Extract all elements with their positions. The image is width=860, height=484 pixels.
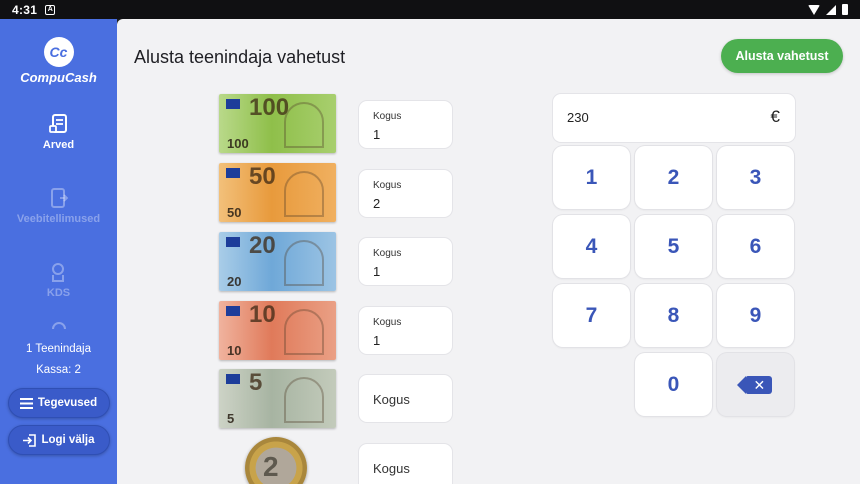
banknote-20: 20 20 [219,232,336,291]
sidebar-item-label: Arved [42,139,75,151]
banknote-value-small: 5 [227,411,235,426]
banknote-value-small: 10 [227,343,242,358]
keypad-key-9[interactable]: 9 [717,284,794,347]
battery-icon [842,4,848,15]
banknote-value: 20 [249,232,276,259]
currency-symbol: € [770,107,780,126]
keypad-key-3[interactable]: 3 [717,146,794,209]
quantity-value: 1 [373,127,381,142]
quantity-field-20[interactable]: Kogus 1 [359,238,452,285]
logo-mark: Cc [43,37,74,67]
sidebar-item-kds[interactable]: KDS [47,261,70,299]
logout-button-label: Logi välja [41,434,95,446]
quantity-field-50[interactable]: Kogus 2 [359,170,452,217]
notification-icon: A [45,4,56,15]
keypad-key-5[interactable]: 5 [635,215,712,278]
quantity-label: Kogus [373,180,402,191]
start-shift-button[interactable]: Alusta vahetust [721,39,843,73]
quantity-field-100[interactable]: Kogus 1 [359,101,452,148]
quantity-value: 1 [373,264,381,279]
quantity-field-2[interactable]: Kogus [359,444,452,484]
quantity-placeholder: Kogus [373,461,410,476]
web-order-icon [50,188,68,208]
eu-flag-icon [226,374,240,384]
register-info: Kassa: 2 [36,364,81,376]
banknote-value-small: 20 [227,274,242,289]
sidebar-item-label: Veebitellimused [16,213,101,225]
app-logo: Cc CompuCash [20,37,97,85]
logout-icon [23,433,37,447]
arch-graphic [284,102,324,148]
arch-graphic [284,240,324,286]
banknote-value: 10 [249,301,276,328]
wifi-icon [808,4,820,15]
quantity-field-5[interactable]: Kogus [359,375,452,422]
quantity-label: Kogus [373,248,402,259]
status-time: 4:31 [12,2,38,17]
keypad-key-2[interactable]: 2 [635,146,712,209]
banknote-50: 50 50 [219,163,336,222]
actions-button-label: Tegevused [37,397,98,409]
amount-value: 230 [567,110,589,125]
quantity-value: 1 [373,333,381,348]
sidebar-item-arved[interactable]: Arved [43,113,74,151]
sidebar-more-icon [48,321,70,329]
keypad-key-4[interactable]: 4 [553,215,630,278]
banknote-100: 100 100 [219,94,336,153]
eu-flag-icon [226,306,240,316]
keypad-key-8[interactable]: 8 [635,284,712,347]
signal-icon [826,4,836,15]
user-info: 1 Teenindaja [25,343,91,355]
backspace-icon: ✕ [736,375,772,394]
keypad-key-0[interactable]: 0 [635,353,712,416]
eu-flag-icon [226,168,240,178]
keypad-key-7[interactable]: 7 [553,284,630,347]
banknote-value: 5 [249,369,263,396]
keypad-key-1[interactable]: 1 [553,146,630,209]
arch-graphic [284,377,324,423]
banknote-10: 10 10 [219,301,336,360]
coin-2-euro: 2 [245,437,307,484]
main-panel: Alusta teenindaja vahetust Alusta vahetu… [117,19,860,484]
quantity-value: 2 [373,196,381,211]
banknote-value: 50 [249,163,276,190]
quantity-placeholder: Kogus [373,392,410,407]
sidebar-item-label: KDS [46,287,71,299]
quantity-label: Kogus [373,317,402,328]
eu-flag-icon [226,99,240,109]
status-icons [808,4,848,15]
receipt-icon [48,114,67,133]
status-bar: 4:31 A [0,0,860,19]
banknote-value-small: 50 [227,205,242,220]
banknote-value: 100 [249,94,290,121]
quantity-field-10[interactable]: Kogus 1 [359,307,452,354]
logo-text: CompuCash [20,70,97,85]
sidebar-item-veebitellimused[interactable]: Veebitellimused [17,187,100,225]
amount-field[interactable]: 230 € [553,94,795,142]
banknote-5: 5 5 [219,369,336,428]
backspace-button[interactable]: ✕ [717,353,794,416]
keypad-key-6[interactable]: 6 [717,215,794,278]
sidebar: Cc CompuCash Arved Veebitellimused KDS 1… [0,19,117,484]
page-title: Alusta teenindaja vahetust [134,47,346,67]
banknote-value-small: 100 [227,136,249,151]
arch-graphic [284,309,324,355]
quantity-label: Kogus [373,111,402,122]
actions-button[interactable]: Tegevused [7,388,110,418]
eu-flag-icon [226,237,240,247]
coin-value: 2 [263,451,279,482]
logout-button[interactable]: Logi välja [7,425,110,455]
menu-icon [19,397,33,409]
chef-icon [52,263,65,282]
arch-graphic [284,171,324,217]
